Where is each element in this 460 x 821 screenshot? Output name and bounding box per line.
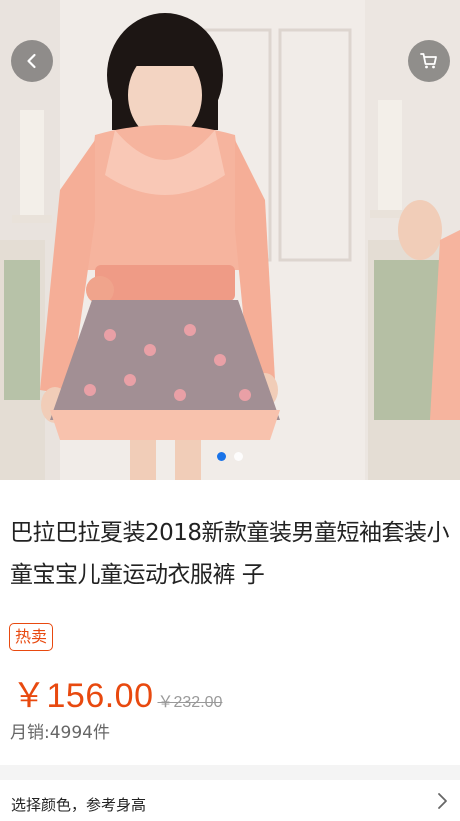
current-price: ￥156.00: [12, 677, 154, 715]
select-options-label: 选择颜色，参考身高: [11, 796, 147, 814]
chevron-left-icon: [27, 53, 36, 69]
product-info: 巴拉巴拉夏装2018新款童装男童短袖套装小童宝宝儿童运动衣服裤 子 热卖 ￥15…: [0, 480, 460, 765]
gallery-pagination: [0, 452, 460, 461]
pagination-dot[interactable]: [234, 452, 243, 461]
section-divider: [0, 765, 460, 780]
cart-icon: [420, 53, 437, 69]
product-photo: [0, 0, 460, 480]
back-button[interactable]: [11, 40, 53, 82]
original-price: ￥232.00: [157, 694, 223, 711]
monthly-sales: 月销:4994件: [10, 723, 110, 743]
pagination-dot-active[interactable]: [217, 452, 226, 461]
chevron-right-icon: [438, 793, 447, 809]
product-title: 巴拉巴拉夏装2018新款童装男童短袖套装小童宝宝儿童运动衣服裤 子: [10, 520, 450, 588]
hot-sale-badge: 热卖: [9, 623, 54, 651]
price-row: ￥156.00 ￥232.00: [12, 668, 222, 717]
product-image-gallery[interactable]: [0, 0, 460, 480]
cart-button[interactable]: [408, 40, 450, 82]
select-options-row[interactable]: 选择颜色，参考身高: [0, 780, 460, 821]
